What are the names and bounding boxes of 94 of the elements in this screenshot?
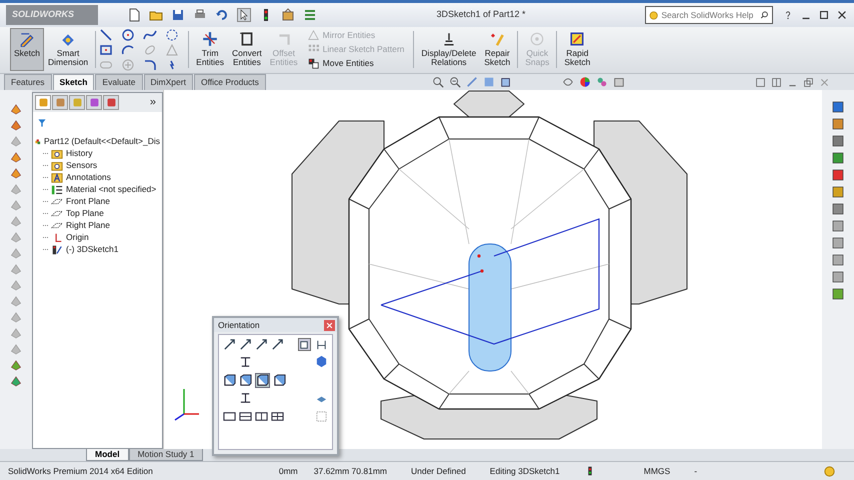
sketch-pencil-icon — [19, 31, 35, 47]
trim-icon — [202, 31, 218, 47]
view-orientation-icon[interactable] — [500, 76, 512, 88]
status-field: - — [694, 464, 698, 478]
convert-icon — [238, 31, 255, 47]
tree-item[interactable]: Top Plane — [66, 207, 104, 220]
list-icon[interactable] — [303, 8, 317, 22]
status-field: 37.62mm 70.81mm — [314, 464, 387, 478]
expand-panel-arrow[interactable]: » — [150, 97, 156, 108]
window-tile-icon[interactable] — [755, 76, 766, 88]
property-icon — [54, 97, 66, 108]
tree-item[interactable]: Annotations — [66, 171, 111, 184]
command-tab[interactable]: Features — [4, 74, 52, 90]
move-squares-icon — [308, 58, 319, 70]
four-view-icon[interactable] — [271, 410, 284, 423]
tree-item[interactable]: Front Plane — [66, 195, 110, 208]
tree-item[interactable]: History — [66, 147, 92, 160]
isometric-view-icon[interactable] — [256, 374, 269, 387]
status-field: 0mm — [278, 464, 298, 478]
command-tab[interactable]: Office Products — [194, 74, 266, 90]
scene-icon[interactable] — [596, 76, 608, 88]
spline-icon[interactable] — [143, 28, 158, 42]
tree-item[interactable]: (-) 3DSketch1 — [66, 243, 118, 256]
save-icon[interactable] — [171, 8, 185, 22]
ribbon-button[interactable]: Repair Sketch — [480, 28, 514, 71]
edition-label: SolidWorks Premium 2014 x64 Edition — [8, 464, 153, 478]
display-tab[interactable] — [103, 95, 119, 110]
two-view-vertical-icon[interactable] — [255, 410, 268, 423]
feature-tree-icon — [38, 97, 48, 108]
tree-item[interactable]: Material <not specified> — [66, 183, 156, 196]
close-icon[interactable] — [836, 9, 848, 21]
ribbon-button[interactable]: Rapid Sketch — [560, 28, 594, 71]
restore-icon[interactable] — [818, 9, 830, 21]
help-bubble-icon — [649, 8, 658, 22]
line-icon[interactable] — [99, 28, 114, 42]
zoom-fit-icon[interactable] — [432, 76, 444, 88]
zoom-area-icon[interactable] — [448, 76, 461, 88]
hide-show-icon[interactable] — [562, 76, 574, 88]
configuration-icon — [72, 97, 82, 108]
dimxpert-tab[interactable] — [86, 95, 102, 110]
mirror-triangle-icon — [308, 30, 319, 41]
command-tab[interactable]: Evaluate — [95, 74, 143, 90]
ribbon-button[interactable]: Smart Dimension — [44, 28, 92, 71]
right-view-icon[interactable] — [273, 374, 286, 387]
axis-triad-icon — [174, 389, 199, 421]
search-icon[interactable] — [760, 9, 769, 21]
search-field[interactable]: Search SolidWorks Help — [645, 6, 773, 24]
undo-icon[interactable] — [215, 8, 229, 22]
tree-item[interactable]: Origin — [66, 231, 89, 244]
window-title: 3DSketch1 of Part12 * — [436, 8, 526, 22]
repair-pencil-icon — [489, 31, 506, 47]
rectangle-icon[interactable] — [99, 42, 114, 56]
filter-icon[interactable] — [37, 118, 47, 128]
display-icon — [106, 97, 116, 108]
status-field: MMGS — [644, 464, 670, 478]
dialog-title: Orientation — [218, 318, 260, 332]
sketch-icon — [51, 244, 63, 256]
status-field: Under Defined — [410, 464, 466, 478]
command-tab[interactable]: Sketch — [52, 74, 94, 90]
new-document-icon[interactable] — [127, 8, 141, 22]
two-view-horizontal-icon[interactable] — [239, 410, 252, 423]
folder-icon — [51, 148, 63, 160]
view-selector-icon[interactable] — [298, 338, 311, 351]
bottom-tab[interactable]: Motion Study 1 — [128, 449, 204, 461]
ribbon-button[interactable]: Display/Delete Relations — [417, 28, 480, 71]
snap-circle-icon — [529, 31, 546, 47]
tree-item[interactable]: Right Plane — [66, 219, 110, 232]
dimxpert-icon — [88, 97, 100, 108]
app-logo: SOLIDWORKS — [6, 5, 98, 25]
ribbon-button[interactable]: Convert Entities — [228, 28, 266, 71]
tooltip-bulb-icon[interactable] — [823, 464, 836, 478]
tree-item[interactable]: Part12 (Default<<Default>_Dis — [44, 135, 160, 148]
material-icon — [51, 184, 63, 196]
command-tab[interactable]: DimXpert — [144, 74, 193, 90]
single-view-icon[interactable] — [223, 410, 236, 423]
bottom-tab[interactable]: Model — [86, 449, 129, 461]
tree-item[interactable]: Sensors — [66, 159, 98, 172]
circle-icon[interactable] — [121, 28, 136, 42]
folder-icon — [51, 160, 63, 172]
status-field: Editing 3DSketch1 — [490, 464, 560, 478]
rapid-sketch-icon — [569, 31, 586, 47]
left-view-icon[interactable] — [223, 374, 236, 387]
ribbon-menu-item[interactable]: Move Entities — [308, 57, 404, 70]
appearance-icon[interactable] — [578, 76, 591, 88]
feature-tree-tab[interactable] — [35, 95, 51, 110]
sketch-lines-drawing[interactable] — [380, 218, 600, 345]
front-view-icon[interactable] — [239, 374, 252, 387]
point-array-icon[interactable] — [165, 28, 180, 42]
ribbon-button[interactable]: Sketch — [10, 28, 44, 71]
annotations-icon — [51, 172, 63, 184]
cube-view-icon[interactable] — [315, 355, 328, 368]
ribbon-button[interactable]: Trim Entities — [192, 28, 228, 71]
arc-icon[interactable] — [121, 42, 136, 56]
window-split-icon[interactable] — [771, 76, 782, 88]
